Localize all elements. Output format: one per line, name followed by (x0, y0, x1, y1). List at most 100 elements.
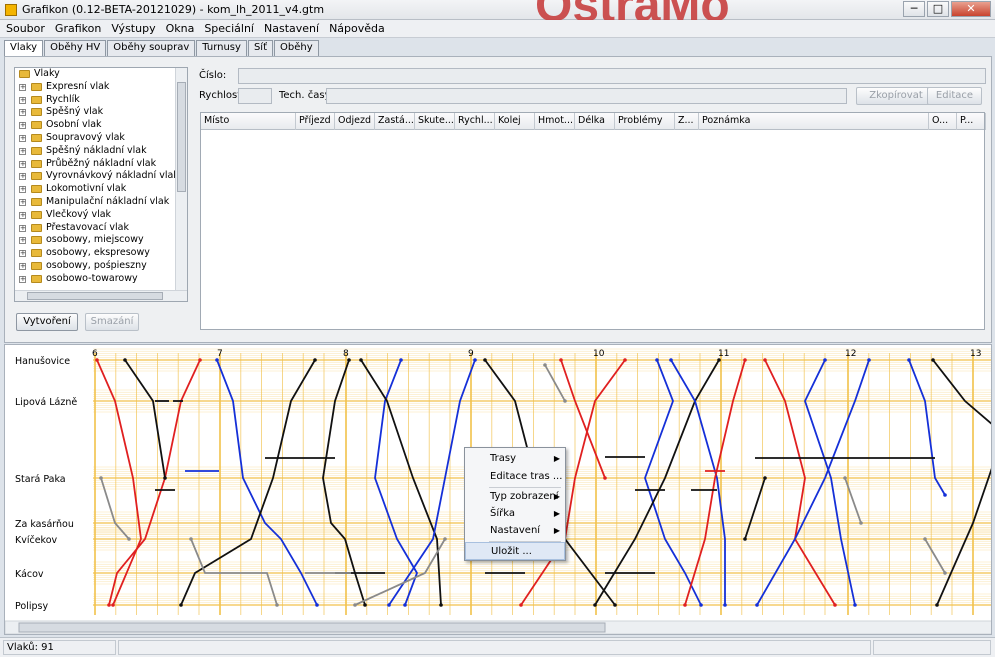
tree-item-label: Soupravový vlak (46, 131, 125, 143)
ctx-item-trasy[interactable]: Trasy ▶ (465, 450, 565, 468)
table-column-header[interactable]: Příjezd (296, 113, 335, 130)
close-button[interactable]: ✕ (951, 1, 991, 17)
tab-obehy[interactable]: Oběhy (273, 40, 319, 56)
number-field[interactable] (238, 68, 986, 84)
train-count: Vlaků: 91 (3, 640, 116, 655)
station-label: Kácov (15, 569, 44, 580)
scroll-thumb[interactable] (27, 292, 163, 300)
route-table[interactable]: Místo Příjezd Odjezd Zastá... Skute... Rychl.… (200, 112, 986, 330)
tab-vlaky[interactable]: Vlaky (4, 40, 44, 56)
expand-icon[interactable]: + (19, 250, 26, 258)
train-endpoint (603, 476, 607, 480)
minimize-button[interactable]: ─ (903, 1, 925, 17)
tree-item-label: osobowy, pośpieszny (46, 259, 147, 271)
ctx-item-ulozit[interactable]: Uložit ... (465, 542, 565, 560)
tree-item[interactable]: + osobowo-towarowy (15, 273, 187, 286)
folder-icon (31, 274, 42, 283)
ctx-item-typ-zobrazeni[interactable]: Typ zobrazení ▶ (465, 488, 565, 506)
expand-icon[interactable]: + (19, 275, 26, 283)
expand-icon[interactable]: + (19, 198, 26, 206)
table-column-header[interactable]: Hmot... (535, 113, 575, 130)
table-column-header[interactable]: Místo (201, 113, 296, 130)
expand-icon[interactable]: + (19, 83, 26, 91)
ctx-item-sirka[interactable]: Šířka ▶ (465, 505, 565, 523)
maximize-button[interactable]: □ (927, 1, 949, 17)
expand-icon[interactable]: + (19, 122, 26, 130)
tree-item[interactable]: + Osobní vlak (15, 119, 187, 132)
tab-turnusy[interactable]: Turnusy (196, 40, 247, 56)
ctx-item-editace-tras[interactable]: Editace tras ... (465, 468, 565, 486)
table-column-header[interactable]: Odjezd (335, 113, 375, 130)
table-column-header[interactable]: O... (929, 113, 957, 130)
train-endpoint (403, 603, 407, 607)
tree-item[interactable]: + osobowy, miejscowy (15, 234, 187, 247)
tree-item[interactable]: + Vlečkový vlak (15, 209, 187, 222)
create-button[interactable]: Vytvoření (16, 313, 78, 331)
expand-icon[interactable]: + (19, 134, 26, 142)
table-column-header[interactable]: P... (957, 113, 986, 130)
speed-field[interactable] (238, 88, 272, 104)
expand-icon[interactable]: + (19, 96, 26, 104)
menu-soubor[interactable]: Soubor (0, 20, 49, 37)
train-endpoint (823, 358, 827, 362)
menu-okna[interactable]: Okna (160, 20, 199, 37)
menu-specialni[interactable]: Speciální (198, 20, 258, 37)
expand-icon[interactable]: + (19, 173, 26, 181)
tree-item[interactable]: + Expresní vlak (15, 81, 187, 94)
tree-item[interactable]: + osobowy, pośpieszny (15, 260, 187, 273)
table-column-header[interactable]: Zastá... (375, 113, 415, 130)
expand-icon[interactable]: + (19, 224, 26, 232)
tree-item[interactable]: + Manipulační nákladní vlak (15, 196, 187, 209)
ctx-item-nastaveni[interactable]: Nastavení ▶ (465, 522, 565, 540)
expand-icon[interactable]: + (19, 186, 26, 194)
tree-item[interactable]: + Přestavovací vlak (15, 222, 187, 235)
train-type-tree[interactable]: Vlaky + Expresní vlak + Rychlík + Spěšný vlak… (14, 67, 188, 302)
menu-nastaveni[interactable]: Nastavení (258, 20, 323, 37)
tree-item-label: Osobní vlak (46, 119, 102, 131)
tab-sit[interactable]: Síť (247, 40, 273, 56)
tree-item[interactable]: + Průběžný nákladní vlak (15, 158, 187, 171)
expand-icon[interactable]: + (19, 109, 26, 117)
tree-item[interactable]: + Spěšný vlak (15, 106, 187, 119)
folder-icon (31, 133, 42, 142)
table-column-header[interactable]: Z... (675, 113, 699, 130)
tree-item[interactable]: + Rychlík (15, 94, 187, 107)
tab-obehy-hv[interactable]: Oběhy HV (44, 40, 107, 56)
tree-item-label: Spěšný nákladní vlak (46, 144, 147, 156)
tree-item[interactable]: + Lokomotivní vlak (15, 183, 187, 196)
menu-grafikon[interactable]: Grafikon (49, 20, 105, 37)
tree-vertical-scrollbar[interactable] (175, 68, 187, 301)
tree-root[interactable]: Vlaky (15, 68, 187, 81)
table-column-header[interactable]: Problémy (615, 113, 675, 130)
table-column-header[interactable]: Délka (575, 113, 615, 130)
scroll-thumb[interactable] (177, 82, 186, 192)
copy-button[interactable]: Zkopírovat (856, 87, 936, 105)
menu-napoveda[interactable]: Nápověda (323, 20, 389, 37)
tree-item[interactable]: + osobowy, ekspresowy (15, 247, 187, 260)
trains-panel: Vlaky + Expresní vlak + Rychlík + Spěšný vlak… (4, 56, 992, 343)
delete-button[interactable]: Smazání (85, 313, 139, 331)
tree-item[interactable]: + Spěšný nákladní vlak (15, 145, 187, 158)
tech-times-field[interactable] (326, 88, 847, 104)
expand-icon[interactable]: + (19, 147, 26, 155)
context-menu: Trasy ▶ Editace tras ... Typ zobrazení ▶ Š… (464, 447, 566, 561)
tree-item[interactable]: + Soupravový vlak (15, 132, 187, 145)
hour-label: 7 (217, 349, 223, 359)
menu-vystupy[interactable]: Výstupy (105, 20, 159, 37)
table-column-header[interactable]: Poznámka (699, 113, 929, 130)
table-column-header[interactable]: Kolej (495, 113, 535, 130)
expand-icon[interactable]: + (19, 262, 26, 270)
tree-item[interactable]: + Vyrovnávkový nákladní vlak (15, 170, 187, 183)
table-column-header[interactable]: Skute... (415, 113, 455, 130)
edit-button[interactable]: Editace (927, 87, 982, 105)
expand-icon[interactable]: + (19, 160, 26, 168)
expand-icon[interactable]: + (19, 237, 26, 245)
train-endpoint (107, 603, 111, 607)
train-endpoint (743, 358, 747, 362)
tree-horizontal-scrollbar[interactable] (15, 290, 187, 301)
table-column-header[interactable]: Rychl... (455, 113, 495, 130)
expand-icon[interactable]: + (19, 211, 26, 219)
train-path (924, 538, 946, 574)
tab-obehy-souprav[interactable]: Oběhy souprav (107, 40, 196, 56)
train-endpoint (123, 358, 127, 362)
